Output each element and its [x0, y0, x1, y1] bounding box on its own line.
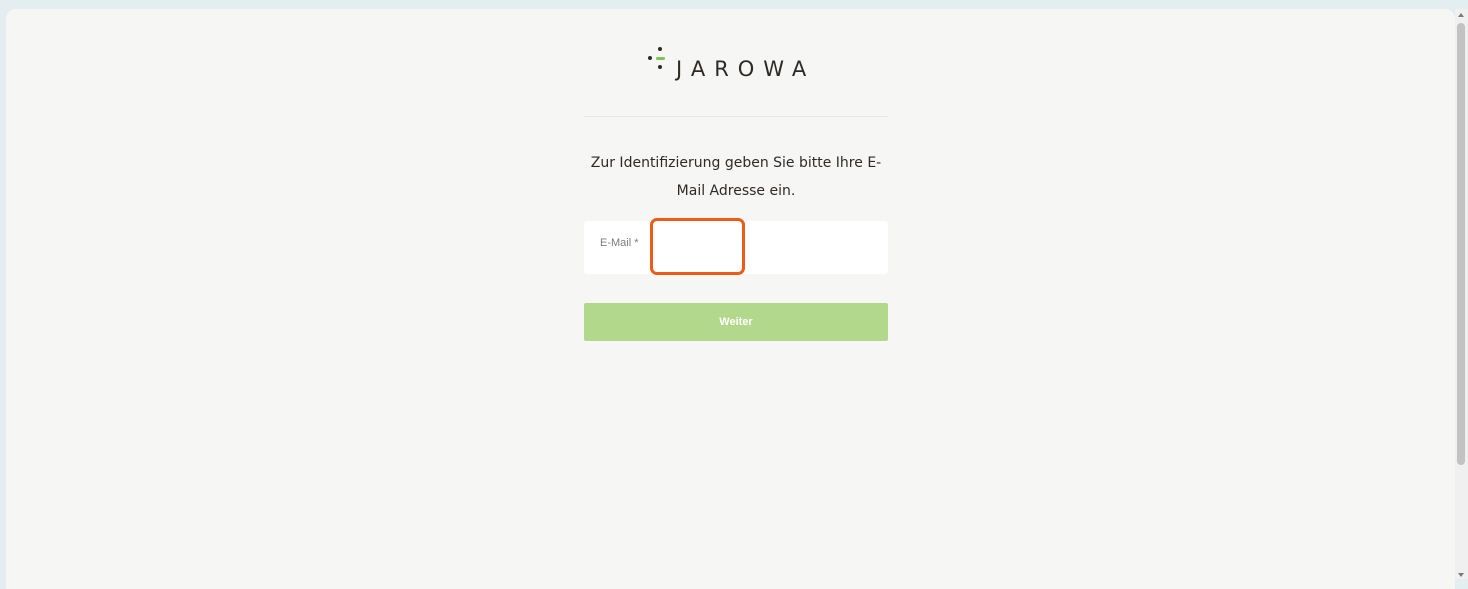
scroll-down-arrow-icon[interactable] [1458, 573, 1464, 577]
jarowa-dots-logo-icon [646, 46, 674, 82]
page-frame [6, 9, 1455, 589]
instruction-text: Zur Identifizierung geben Sie bitte Ihre… [590, 155, 882, 199]
click-highlight-box [650, 218, 745, 275]
brand-name: JAROWA [676, 57, 816, 81]
vertical-scrollbar[interactable] [1455, 9, 1468, 579]
scroll-up-arrow-icon[interactable] [1458, 13, 1464, 17]
email-label: E-Mail * [600, 237, 639, 249]
scrollbar-thumb[interactable] [1457, 23, 1465, 465]
weiter-button[interactable]: Weiter [584, 303, 888, 341]
brand-logo: JAROWA [646, 46, 815, 82]
header-divider [584, 116, 888, 117]
